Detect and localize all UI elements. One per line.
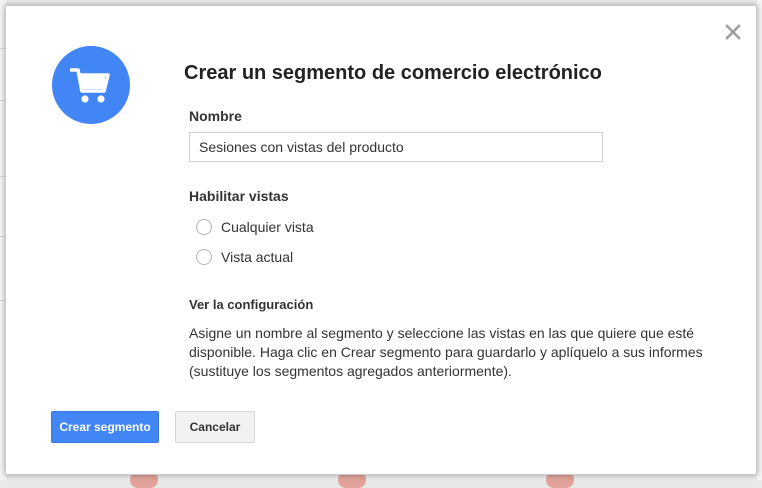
radio-button[interactable] bbox=[196, 219, 212, 235]
dialog-title: Crear un segmento de comercio electrónic… bbox=[184, 62, 602, 84]
shopping-cart-icon bbox=[70, 68, 110, 103]
header-icon-badge bbox=[52, 46, 130, 124]
radio-button[interactable] bbox=[196, 249, 212, 265]
radio-label: Cualquier vista bbox=[221, 219, 314, 235]
close-button[interactable] bbox=[723, 22, 743, 42]
configuration-description: Asigne un nombre al segmento y seleccion… bbox=[189, 325, 703, 379]
radio-label: Vista actual bbox=[221, 249, 294, 265]
radio-current-view[interactable]: Vista actual bbox=[196, 247, 293, 267]
configuration-heading: Ver la configuración bbox=[189, 297, 314, 312]
background-panel-right bbox=[757, 0, 762, 480]
ecommerce-segment-dialog: Crear un segmento de comercio electrónic… bbox=[5, 5, 757, 475]
radio-any-view[interactable]: Cualquier vista bbox=[196, 217, 314, 237]
create-segment-button[interactable]: Crear segmento bbox=[51, 411, 159, 443]
views-label: Habilitar vistas bbox=[189, 188, 289, 204]
name-label: Nombre bbox=[189, 108, 242, 124]
cancel-button[interactable]: Cancelar bbox=[175, 411, 255, 443]
close-icon bbox=[725, 24, 741, 40]
segment-name-input[interactable] bbox=[189, 132, 603, 162]
